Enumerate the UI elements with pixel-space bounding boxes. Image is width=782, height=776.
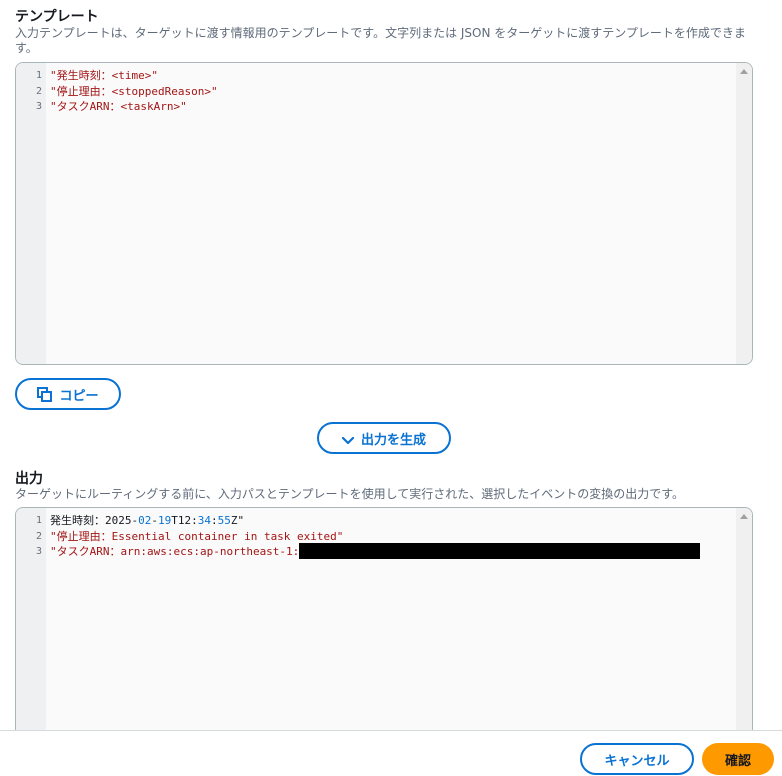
output-token: 55 (217, 514, 231, 527)
output-token: 発生時刻：2025- (50, 514, 139, 527)
copy-button[interactable]: コピー (15, 378, 121, 410)
output-token: 34 (197, 514, 211, 527)
line-number: 1 (35, 515, 42, 526)
template-section-description: 入力テンプレートは、ターゲットに渡す情報用のテンプレートです。文字列または JS… (15, 26, 746, 55)
output-line: 2 "停止理由：Essential container in task exit… (16, 529, 734, 545)
generate-output-button[interactable]: 出力を生成 (317, 422, 451, 454)
line-number: 3 (35, 546, 42, 557)
output-section-description: ターゲットにルーティングする前に、入力パスとテンプレートを使用して実行された、選… (15, 487, 685, 501)
output-token: 02 (138, 514, 152, 527)
redacted-block (299, 543, 701, 559)
cancel-button-label: キャンセル (604, 753, 670, 769)
copy-icon (37, 386, 53, 402)
footer-divider (0, 730, 782, 731)
output-token: 19 (158, 514, 172, 527)
output-line-text: "タスクARN：arn:aws:ecs:ap-northeast-1: (50, 545, 300, 558)
output-line: 3 "タスクARN：arn:aws:ecs:ap-northeast-1: (16, 543, 734, 560)
template-editor-lines: 1 "発生時刻：<time>" 2 "停止理由：<stoppedReason>"… (16, 68, 734, 115)
output-token: - (151, 514, 158, 527)
line-number: 1 (35, 70, 42, 81)
line-number: 3 (35, 101, 42, 112)
cancel-button[interactable]: キャンセル (580, 743, 694, 775)
template-line: 2 "停止理由：<stoppedReason>" (16, 84, 734, 100)
template-editor[interactable]: 1 "発生時刻：<time>" 2 "停止理由：<stoppedReason>"… (15, 62, 753, 365)
template-editor-scrollbar[interactable] (736, 63, 752, 364)
template-line-text: "タスクARN：<taskArn>" (50, 100, 187, 113)
output-token: : (211, 514, 218, 527)
scroll-up-arrow-icon[interactable] (740, 514, 748, 519)
copy-button-label: コピー (59, 388, 99, 404)
template-line-text: "停止理由：<stoppedReason>" (50, 84, 218, 98)
output-line-text: 発生時刻：2025-02-19T12:34:55Z" (46, 513, 244, 529)
confirm-button-label: 確認 (724, 752, 751, 768)
line-number: 2 (35, 85, 42, 97)
output-editor-scrollbar[interactable] (736, 508, 752, 766)
output-line: 1 発生時刻：2025-02-19T12:34:55Z" (16, 513, 734, 529)
output-editor-lines: 1 発生時刻：2025-02-19T12:34:55Z" 2 "停止理由：Ess… (16, 513, 734, 560)
chevron-down-icon (341, 434, 355, 445)
line-number: 2 (35, 530, 42, 542)
output-editor[interactable]: 1 発生時刻：2025-02-19T12:34:55Z" 2 "停止理由：Ess… (15, 507, 753, 767)
output-token: Z" (230, 514, 245, 527)
output-token: T12: (171, 514, 198, 527)
output-line-text: "停止理由：Essential container in task exited… (50, 529, 344, 543)
template-line-text: "発生時刻：<time>" (50, 69, 158, 82)
output-section-title: 出力 (15, 471, 43, 487)
generate-output-label: 出力を生成 (360, 432, 426, 448)
confirm-button[interactable]: 確認 (702, 743, 774, 775)
template-section-title: テンプレート (15, 9, 99, 25)
scroll-up-arrow-icon[interactable] (740, 69, 748, 74)
template-line: 1 "発生時刻：<time>" (16, 68, 734, 84)
template-line: 3 "タスクARN：<taskArn>" (16, 99, 734, 115)
